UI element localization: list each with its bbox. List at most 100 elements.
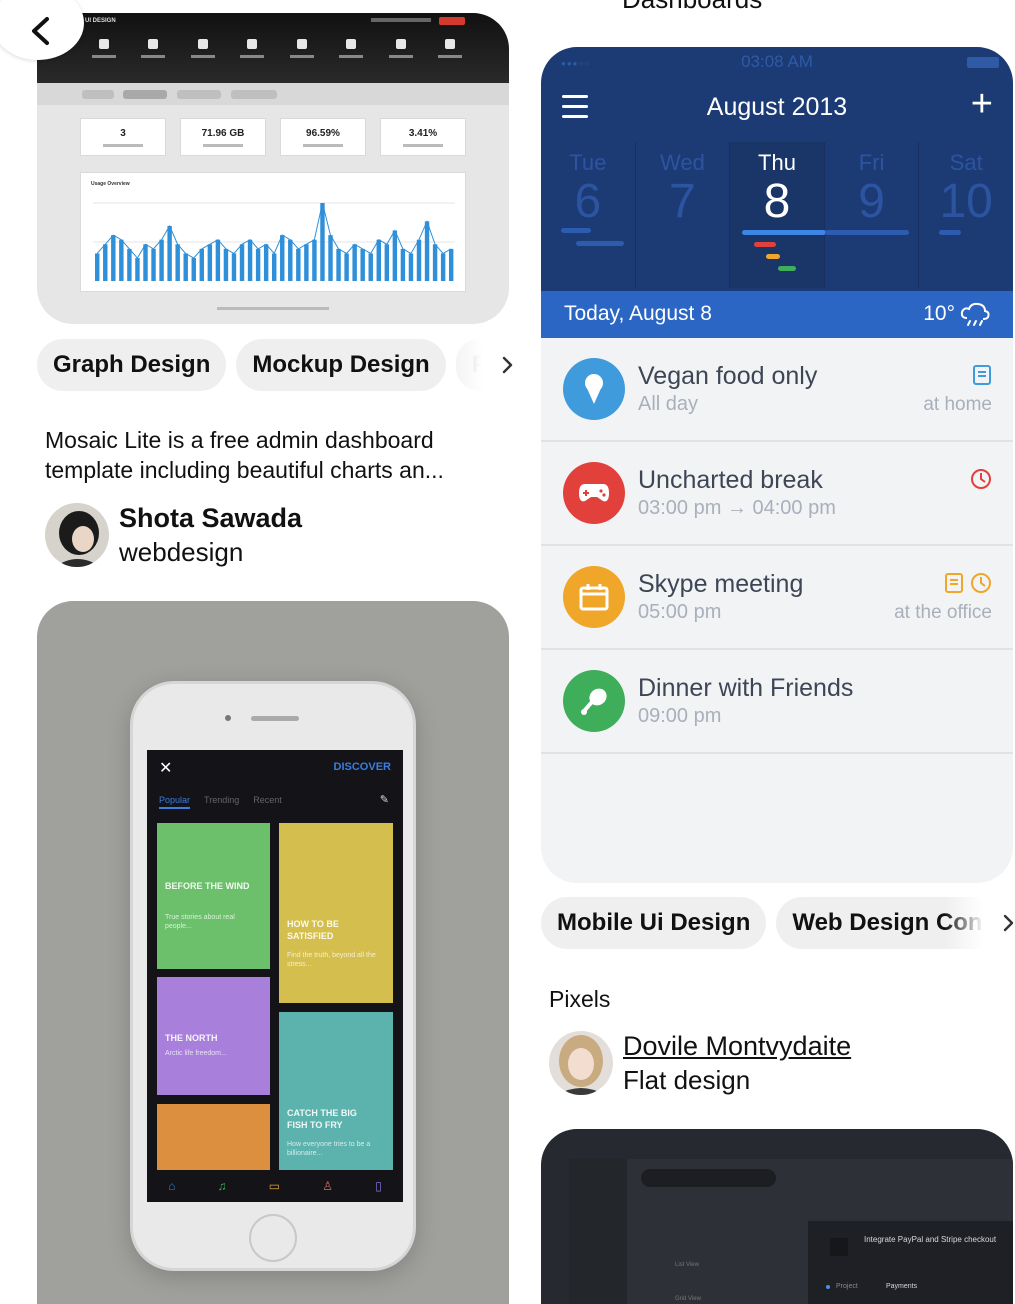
board-name[interactable]: Flat design <box>623 1063 851 1097</box>
plus-icon: + <box>970 83 993 125</box>
chart-bar <box>328 235 333 281</box>
chart-bar <box>119 239 124 281</box>
chart-bar <box>167 225 172 281</box>
chart-bar <box>207 244 213 281</box>
chevron-right-icon <box>502 356 513 374</box>
usage-chart-svg <box>93 202 455 281</box>
pin-creator[interactable]: Shota Sawada webdesign <box>45 501 302 569</box>
creator-name[interactable]: Shota Sawada <box>119 501 302 535</box>
chart-bar <box>127 248 132 281</box>
chart-bar <box>95 253 100 281</box>
mockup-brand: UI DESIGN <box>85 18 116 24</box>
day-cell: Wed 7 <box>636 142 731 288</box>
gamepad-icon <box>563 462 625 524</box>
event-list: Vegan food only All day at home Uncharte… <box>541 338 1013 754</box>
mockup-stat-card: 3.41% <box>380 118 466 156</box>
tile-title: HOW TO BE SATISFIED <box>287 919 339 941</box>
day-event-bar <box>939 230 962 235</box>
status-time: 03:08 AM <box>741 52 813 71</box>
chevron-right-icon <box>1003 914 1014 932</box>
pen-icon: ✎ <box>379 794 389 806</box>
event-location: at the office <box>894 602 992 623</box>
avatar[interactable] <box>549 1031 613 1095</box>
day-cell: Sat 10 <box>919 142 1013 288</box>
pin-tags: Graph Design Mockup Design F <box>37 339 514 391</box>
event-location: at home <box>923 394 992 415</box>
tags-scroll-right[interactable] <box>945 897 1015 949</box>
mockup-pill <box>82 90 114 99</box>
tags-scroll-right[interactable] <box>444 339 514 391</box>
cloud-rain-icon <box>960 302 990 326</box>
task-title: Integrate PayPal and Stripe checkout <box>864 1235 997 1244</box>
chart-bar <box>111 235 116 281</box>
pin-image-calendar[interactable]: ●●●○○ 03:08 AM August 2013 + Tue 6 Wed 7… <box>541 47 1013 883</box>
chart-bar <box>103 244 108 281</box>
pin-image-dashboard[interactable]: UI DESIGN 3 71.96 GB 96.59% 3.41% Usage … <box>37 13 509 324</box>
chart-bar <box>288 239 293 281</box>
chart-bar <box>143 244 148 281</box>
chart-bar <box>151 248 156 281</box>
dark-menu-item: List View <box>675 1262 699 1268</box>
phone-speaker <box>251 716 299 721</box>
avatar[interactable] <box>45 503 109 567</box>
event-time: 05:00 pm <box>638 601 722 623</box>
board-name[interactable]: webdesign <box>119 535 302 569</box>
tag-chip[interactable]: Graph Design <box>37 339 227 391</box>
chart-bar <box>247 239 253 281</box>
tab-recent: Recent <box>253 795 282 805</box>
day-event-bar <box>742 230 827 235</box>
story-tile <box>157 1104 270 1170</box>
chart-bar <box>175 244 180 281</box>
chart-bar <box>440 253 446 281</box>
chart-bar <box>400 248 406 281</box>
chart-bar <box>320 203 325 281</box>
chart-bar <box>448 248 454 281</box>
dark-app-sidebar <box>569 1159 627 1304</box>
tile-desc: Find the truth, beyond all the stress... <box>287 952 376 969</box>
clock-icon <box>971 573 991 593</box>
clock-icon <box>971 469 991 489</box>
pin-description[interactable]: Mosaic Lite is a free admin dashboard te… <box>45 425 505 485</box>
day-name: Sat <box>949 150 983 175</box>
tag-chip[interactable]: Mobile Ui Design <box>541 897 767 949</box>
chart-bar <box>215 239 221 281</box>
calendar-header: ●●●○○ 03:08 AM August 2013 + Tue 6 Wed 7… <box>541 47 1013 338</box>
chart-bar <box>336 248 341 281</box>
creator-name[interactable]: Dovile Montvydaite <box>623 1029 851 1063</box>
mockup-usage-chart: Usage Overview <box>80 172 466 292</box>
pin-creator[interactable]: Dovile Montvydaite Flat design <box>549 1029 851 1097</box>
story-tile: HOW TO BE SATISFIED Find the truth, beyo… <box>279 823 393 1003</box>
tag-chip[interactable]: Mockup Design <box>236 339 446 391</box>
tab-trending: Trending <box>204 795 240 805</box>
event-time: 03:00 pm → 04:00 pm <box>638 497 836 519</box>
pin-image-dark-dashboard[interactable]: List View Grid View Integrate PayPal and… <box>541 1129 1013 1304</box>
mockup-nav <box>87 39 467 58</box>
temperature: 10° <box>923 302 955 325</box>
story-tile: BEFORE THE WIND True stories about real … <box>157 823 270 969</box>
discover-header: DISCOVER <box>333 761 391 773</box>
event-meta-icons <box>944 572 992 594</box>
chart-bar <box>312 239 317 281</box>
status-dot <box>826 1285 830 1289</box>
chart-bar <box>296 248 301 281</box>
pin-description[interactable]: Pixels <box>549 984 989 1014</box>
day-event-bar <box>754 242 777 247</box>
chart-bar <box>199 248 205 281</box>
phone-camera <box>225 715 231 721</box>
chart-bar <box>368 253 373 281</box>
chart-bar <box>376 239 381 281</box>
event-meta-icons <box>972 364 992 386</box>
event-time: All day <box>638 393 699 415</box>
chart-bar <box>263 244 269 281</box>
day-name: Fri <box>858 150 885 175</box>
day-number: 7 <box>669 175 696 228</box>
chart-bar <box>432 244 438 281</box>
note-icon <box>973 365 991 385</box>
day-number: 9 <box>858 175 885 228</box>
day-name: Wed <box>659 150 705 175</box>
user-icon: ♙ <box>322 1179 334 1193</box>
pin-image-phone[interactable]: ✕ DISCOVER Popular Trending Recent ✎ BEF… <box>37 601 509 1304</box>
chart-bar <box>424 221 430 281</box>
event-title: Skype meeting <box>638 570 804 598</box>
mockup-stat-card: 71.96 GB <box>180 118 266 156</box>
